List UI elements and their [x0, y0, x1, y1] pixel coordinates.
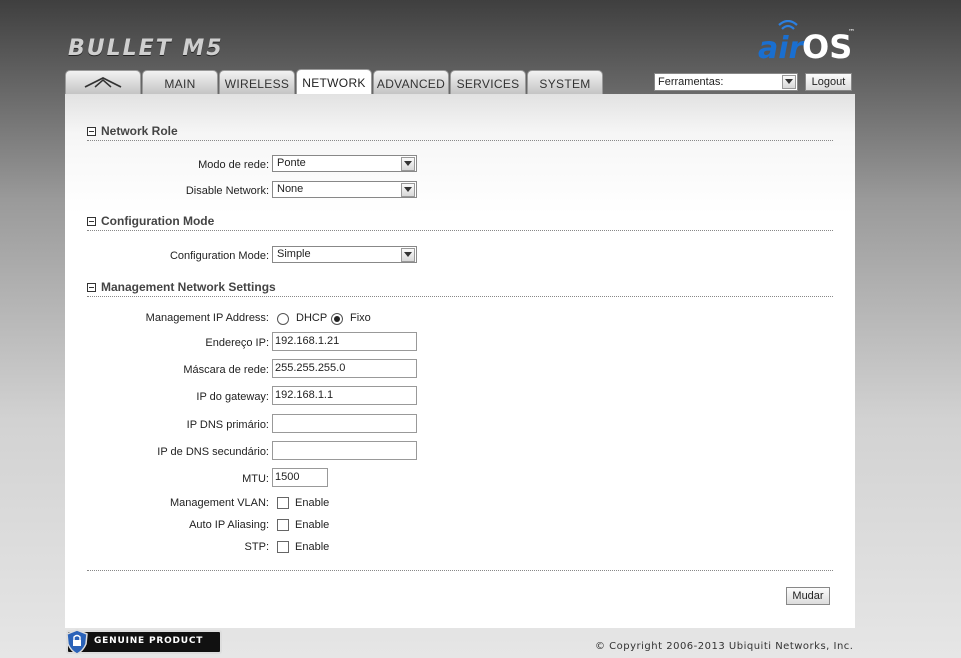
disable-network-value: None — [277, 183, 304, 195]
section-network-role[interactable]: Network Role — [87, 124, 833, 141]
dhcp-radio-label: DHCP — [296, 312, 328, 324]
mtu-input[interactable]: 1500 — [272, 468, 328, 487]
brand-air-text: air — [758, 31, 806, 66]
trademark-symbol: ™ — [848, 28, 855, 36]
wifi-signal-icon: air OS ™ — [758, 19, 855, 66]
genuine-product-badge: GENUINE PRODUCT — [66, 629, 222, 655]
logout-button[interactable]: Logout — [805, 73, 852, 91]
tab-system[interactable]: SYSTEM — [527, 70, 603, 94]
fixed-radio[interactable] — [331, 313, 343, 325]
divider — [87, 570, 833, 571]
netmask-input[interactable]: 255.255.255.0 — [272, 359, 417, 378]
ip-address-input[interactable]: 192.168.1.21 — [272, 332, 417, 351]
tools-dropdown[interactable]: Ferramentas: — [654, 73, 798, 91]
configuration-mode-value: Simple — [277, 248, 311, 260]
section-title: Management Network Settings — [101, 280, 276, 294]
disable-network-select[interactable]: None — [272, 181, 417, 198]
auto-ip-aliasing-label: Auto IP Aliasing: — [189, 519, 269, 531]
chevron-down-icon[interactable] — [401, 183, 415, 197]
collapse-icon[interactable] — [87, 283, 96, 292]
tab-main[interactable]: MAIN — [142, 70, 218, 94]
management-vlan-checkbox[interactable] — [277, 497, 289, 509]
section-configuration-mode[interactable]: Configuration Mode — [87, 214, 833, 231]
fixed-radio-label: Fixo — [350, 312, 371, 324]
collapse-icon[interactable] — [87, 127, 96, 136]
tab-network[interactable]: NETWORK — [296, 69, 372, 95]
gateway-label: IP do gateway: — [196, 391, 269, 403]
network-mode-value: Ponte — [277, 157, 306, 169]
secondary-dns-input[interactable] — [272, 441, 417, 460]
tab-wireless[interactable]: WIRELESS — [219, 70, 295, 94]
airos-logo: air OS ™ — [758, 19, 858, 66]
badge-text: GENUINE PRODUCT — [94, 636, 204, 646]
section-title: Configuration Mode — [101, 214, 215, 228]
section-management-network[interactable]: Management Network Settings — [87, 280, 833, 297]
chevron-down-icon[interactable] — [782, 75, 796, 89]
configuration-mode-select[interactable]: Simple — [272, 246, 417, 263]
primary-dns-label: IP DNS primário: — [186, 419, 269, 431]
stp-enable-label: Enable — [295, 541, 330, 553]
change-button[interactable]: Mudar — [786, 587, 830, 605]
network-mode-label: Modo de rede: — [198, 159, 269, 171]
section-title: Network Role — [101, 124, 178, 138]
dhcp-radio[interactable] — [277, 313, 289, 325]
primary-dns-input[interactable] — [272, 414, 417, 433]
gateway-input[interactable]: 192.168.1.1 — [272, 386, 417, 405]
shield-icon — [66, 629, 88, 655]
management-vlan-enable-label: Enable — [295, 497, 330, 509]
ubnt-logo-icon — [84, 76, 122, 88]
auto-ip-aliasing-checkbox[interactable] — [277, 519, 289, 531]
tools-dropdown-value: Ferramentas: — [658, 76, 724, 88]
management-vlan-label: Management VLAN: — [169, 497, 269, 509]
secondary-dns-label: IP de DNS secundário: — [157, 446, 269, 458]
stp-label: STP: — [244, 541, 269, 553]
tab-services[interactable]: SERVICES — [450, 70, 526, 94]
brand-os-text: OS — [802, 28, 852, 66]
chevron-down-icon[interactable] — [401, 157, 415, 171]
network-mode-select[interactable]: Ponte — [272, 155, 417, 172]
tab-advanced[interactable]: ADVANCED — [373, 70, 449, 94]
netmask-label: Máscara de rede: — [183, 364, 269, 376]
product-logo: BULLET M5 — [68, 36, 224, 61]
copyright-text: © Copyright 2006-2013 Ubiquiti Networks,… — [595, 641, 854, 652]
mtu-label: MTU: — [242, 473, 269, 485]
auto-ip-aliasing-enable-label: Enable — [295, 519, 330, 531]
stp-checkbox[interactable] — [277, 541, 289, 553]
disable-network-label: Disable Network: — [185, 185, 269, 197]
management-ip-label: Management IP Address: — [145, 312, 269, 324]
network-settings-panel: Network Role Modo de rede: Ponte Disable… — [65, 94, 855, 628]
chevron-down-icon[interactable] — [401, 248, 415, 262]
ip-address-label: Endereço IP: — [205, 337, 269, 349]
configuration-mode-label: Configuration Mode: — [169, 250, 269, 262]
collapse-icon[interactable] — [87, 217, 96, 226]
tab-home[interactable] — [65, 70, 141, 94]
